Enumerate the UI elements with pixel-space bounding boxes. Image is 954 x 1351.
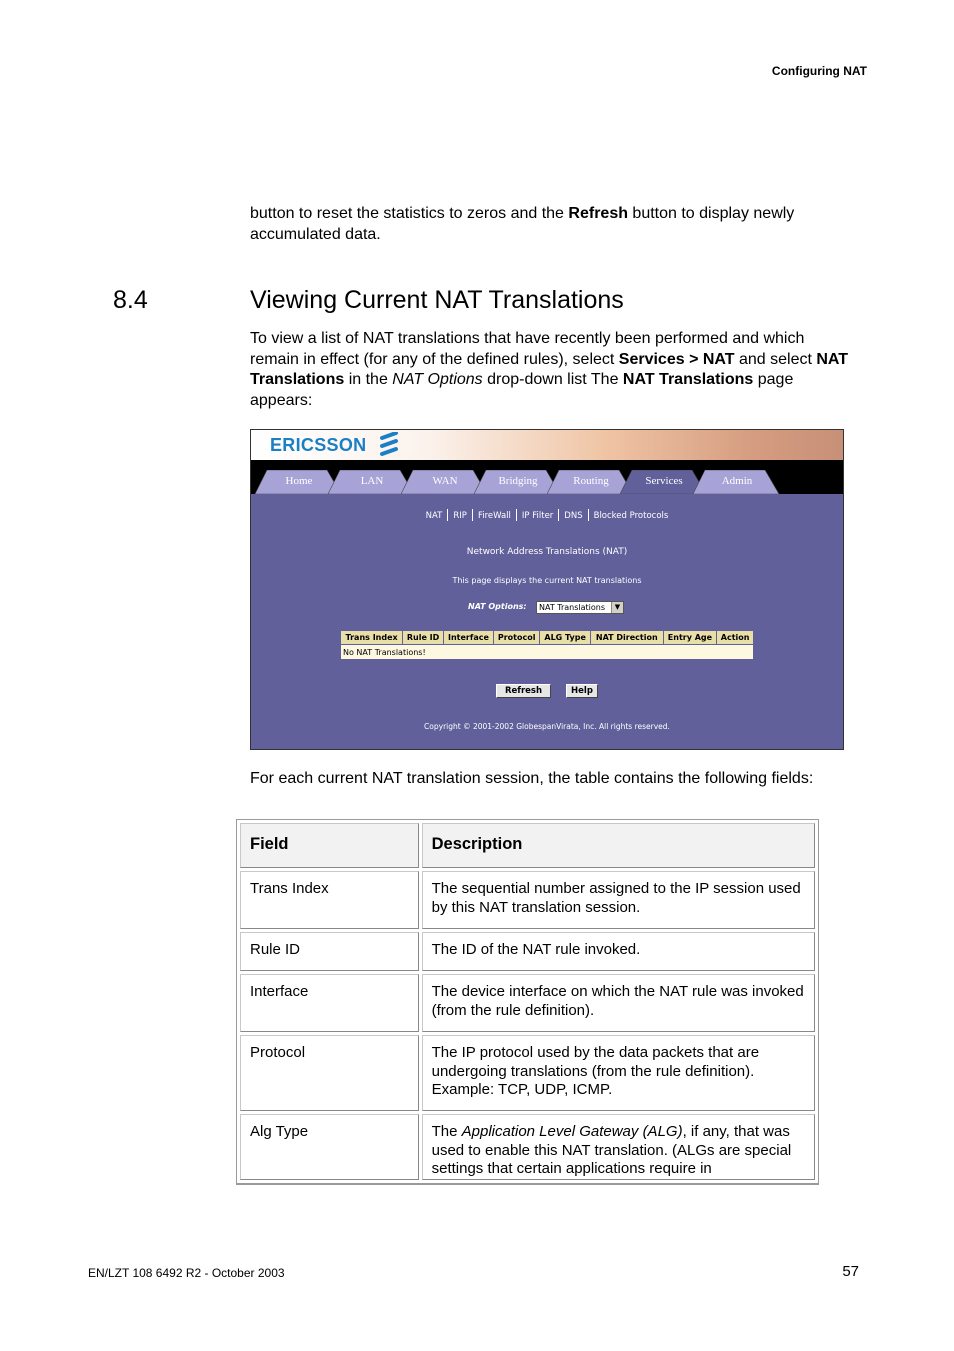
text: button to reset the statistics to zeros …	[250, 205, 569, 222]
ericsson-logo: ERICSSON	[270, 435, 367, 455]
table-row: Trans Index The sequential number assign…	[240, 871, 815, 929]
bold-text: NAT Translations	[622, 371, 754, 388]
table-row: Protocol The IP protocol used by the dat…	[240, 1035, 815, 1111]
screenshot-page-description: This page displays the current NAT trans…	[452, 576, 642, 585]
text: drop-down list The	[482, 371, 623, 388]
dropdown-arrow-icon[interactable]: ▼	[611, 602, 623, 613]
field-name: Trans Index	[240, 871, 419, 929]
text: in the	[344, 371, 393, 388]
field-name: Interface	[240, 974, 419, 1032]
field-name: Rule ID	[240, 932, 419, 971]
nav-link-firewall[interactable]: FireWall	[478, 511, 511, 521]
tab-admin[interactable]: Admin	[693, 470, 785, 494]
screenshot-page-title: Network Address Translations (NAT)	[466, 547, 628, 557]
column-header: Entry Age	[662, 630, 718, 645]
refresh-button[interactable]: Refresh	[496, 684, 551, 698]
column-header: Action	[716, 630, 754, 645]
nav-separator	[471, 509, 473, 521]
intro-paragraph: button to reset the statistics to zeros …	[250, 204, 850, 245]
field-description: The IP protocol used by the data packets…	[421, 1035, 815, 1111]
header-description: Description	[421, 823, 815, 868]
field-description: The ID of the NAT rule invoked.	[421, 932, 815, 971]
column-header: NAT Direction	[589, 630, 664, 645]
table-header-row: Field Description	[240, 823, 815, 868]
section-title: Viewing Current NAT Translations	[250, 286, 624, 314]
services-nav: NAT RIP FireWall IP Filter DNS Blocked Protoc…	[251, 509, 843, 521]
nav-link-dns[interactable]: DNS	[564, 511, 582, 521]
field-description-table: Field Description Trans Index The sequen…	[236, 819, 819, 1185]
table-row: Rule ID The ID of the NAT rule invoked.	[240, 932, 815, 971]
router-screenshot: ERICSSON Home LAN WAN Bridging Routing Servic…	[250, 429, 844, 750]
header-field: Field	[240, 823, 419, 868]
nav-link-ip-filter[interactable]: IP Filter	[522, 511, 553, 521]
ericsson-logo-icon	[380, 432, 398, 456]
section-paragraph: To view a list of NAT translations that …	[250, 329, 850, 411]
bold-text: Services > NAT	[618, 350, 735, 368]
field-description: The device interface on which the NAT ru…	[421, 974, 815, 1032]
section-number: 8.4	[113, 286, 148, 314]
running-header: Configuring NAT	[771, 64, 867, 78]
nav-separator	[558, 509, 560, 521]
nav-separator	[515, 509, 517, 521]
nav-separator	[447, 509, 449, 521]
nav-separator	[587, 509, 589, 521]
italic-text: Application Level Gateway (ALG)	[461, 1123, 683, 1140]
nat-options-value: NAT Translations	[539, 603, 606, 612]
nav-link-nat[interactable]: NAT	[426, 511, 443, 521]
column-header: Trans Index	[339, 630, 404, 645]
column-header: Protocol	[492, 630, 541, 645]
column-header: Rule ID	[402, 630, 444, 645]
italic-text: NAT Options	[392, 371, 483, 388]
text: The	[431, 1123, 462, 1140]
column-header: ALG Type	[539, 630, 591, 645]
nav-link-blocked-protocols[interactable]: Blocked Protocols	[594, 511, 669, 521]
footer-doc-id: EN/LZT 108 6492 R2 - October 2003	[88, 1266, 285, 1280]
field-description: The sequential number assigned to the IP…	[421, 871, 815, 929]
nat-options-select[interactable]: NAT Translations ▼	[536, 601, 624, 614]
nav-link-rip[interactable]: RIP	[453, 511, 467, 521]
nat-translations-table: Trans Index Rule ID Interface Protocol ALG T…	[339, 630, 754, 660]
empty-message: No NAT Translations!	[340, 644, 754, 660]
nat-options-label: NAT Options:	[468, 602, 527, 611]
table-row: No NAT Translations!	[340, 644, 754, 660]
table-row: Interface The device interface on which …	[240, 974, 815, 1032]
field-description: The Application Level Gateway (ALG), if …	[421, 1114, 815, 1180]
field-name: Alg Type	[240, 1114, 419, 1180]
column-header: Interface	[442, 630, 494, 645]
text: and select	[734, 350, 817, 368]
fields-intro: For each current NAT translation session…	[250, 770, 814, 787]
table-header-row: Trans Index Rule ID Interface Protocol ALG T…	[339, 630, 754, 645]
screenshot-header: ERICSSON	[251, 430, 843, 460]
field-name: Protocol	[240, 1035, 419, 1111]
help-button[interactable]: Help	[566, 684, 598, 698]
page-number: 57	[842, 1263, 859, 1280]
bold-text: Refresh	[568, 205, 628, 222]
tab-label: Admin	[721, 475, 753, 487]
table-row: Alg Type The Application Level Gateway (…	[240, 1114, 815, 1180]
copyright: Copyright © 2001-2002 GlobespanVirata, I…	[424, 722, 670, 731]
tab-bar: Home LAN WAN Bridging Routing Services Admin	[251, 460, 843, 494]
